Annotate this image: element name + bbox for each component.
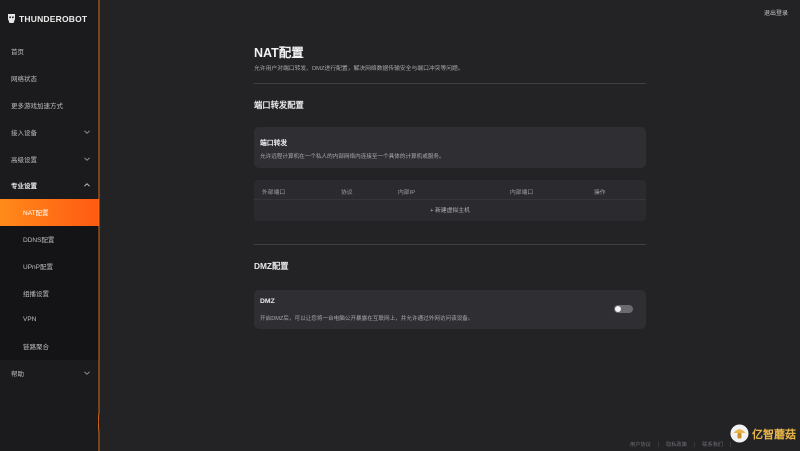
footer-link-privacy-policy[interactable]: 隐私政策 <box>666 441 687 448</box>
sidebar-item-label: 高级设置 <box>11 156 37 164</box>
mushroom-icon <box>730 424 749 443</box>
sidebar-subitem-nat[interactable]: NAT配置 <box>0 198 99 226</box>
chevron-down-icon <box>84 130 90 134</box>
sidebar-item-label: 接入设备 <box>11 129 37 137</box>
page-title: NAT配置 <box>254 46 304 60</box>
port-forward-card: 端口转发 允许远程计算机在一个私人的内部网络内连接至一个具体的计算机或服务。 <box>254 127 646 168</box>
footer-links: 用户协议 | 隐私政策 | 联系我们 | <box>630 441 738 449</box>
sidebar-subitem-vpn[interactable]: VPN <box>0 305 99 333</box>
port-forward-section-title: 端口转发配置 <box>254 100 304 110</box>
watermark: 亿智蘑菇 <box>730 424 796 443</box>
dmz-section-title: DMZ配置 <box>254 261 289 271</box>
sidebar-subitem-label: UPnP配置 <box>23 263 53 271</box>
sidebar-subitem-ddns[interactable]: DDNS配置 <box>0 225 99 253</box>
sidebar-subitem-label: VPN <box>23 315 37 323</box>
sidebar-item-connected-devices[interactable]: 接入设备 <box>0 118 99 145</box>
chevron-up-icon <box>84 183 90 187</box>
chevron-down-icon <box>84 157 90 161</box>
sidebar-subitem-label: 链路聚合 <box>23 344 49 352</box>
brand-logo: THUNDEROBOT <box>7 13 87 24</box>
dmz-card: DMZ 开启DMZ后，可以让您将一台电脑公开暴露在互联网上，并允许通过外网访问该… <box>254 290 646 329</box>
sidebar-subitem-link-aggregation[interactable]: 链路聚合 <box>0 332 99 360</box>
section-divider <box>254 244 646 245</box>
footer-link-contact-us[interactable]: 联系我们 <box>702 441 723 448</box>
sidebar-subitem-label: NAT配置 <box>23 210 49 218</box>
dmz-card-title: DMZ <box>260 298 275 305</box>
column-header: 协议 <box>341 190 353 196</box>
footer-separator: | <box>693 441 696 448</box>
sidebar-subitem-label: 组播设置 <box>23 290 49 298</box>
dmz-toggle[interactable] <box>614 305 633 313</box>
sidebar-item-pro-settings[interactable]: 专业设置 <box>0 172 99 199</box>
sidebar-item-label: 专业设置 <box>11 183 37 191</box>
sidebar-subitem-upnp[interactable]: UPnP配置 <box>0 252 99 280</box>
port-forward-card-desc: 允许远程计算机在一个私人的内部网络内连接至一个具体的计算机或服务。 <box>260 154 445 160</box>
table-header-row: 外部端口 协议 内部IP 内部端口 操作 <box>254 180 646 200</box>
logout-link[interactable]: 退出登录 <box>764 8 788 17</box>
sidebar-edge-accent <box>98 0 100 451</box>
sidebar-item-label: 首页 <box>11 49 24 57</box>
sidebar-nav: 首页 网络状态 更多游戏加速方式 接入设备 高级设置 专业设置 NAT配置 DD… <box>0 38 99 386</box>
brand-name: THUNDEROBOT <box>19 13 88 24</box>
column-header: 操作 <box>594 190 606 196</box>
sidebar-subitem-multicast[interactable]: 组播设置 <box>0 279 99 306</box>
sidebar-item-help[interactable]: 帮助 <box>0 360 99 387</box>
chevron-down-icon <box>84 371 90 375</box>
port-forward-card-title: 端口转发 <box>260 140 288 147</box>
sidebar: THUNDEROBOT 首页 网络状态 更多游戏加速方式 接入设备 高级设置 专… <box>0 0 99 451</box>
sidebar-item-advanced-settings[interactable]: 高级设置 <box>0 145 99 172</box>
footer-link-user-agreement[interactable]: 用户协议 <box>630 441 651 448</box>
column-header: 内部端口 <box>510 190 534 196</box>
port-forward-table: 外部端口 协议 内部IP 内部端口 操作 + 新建虚拟主机 <box>254 180 646 221</box>
sidebar-item-game-acceleration[interactable]: 更多游戏加速方式 <box>0 92 99 119</box>
footer-separator: | <box>657 441 660 448</box>
sidebar-item-home[interactable]: 首页 <box>0 38 99 65</box>
sidebar-item-network-status[interactable]: 网络状态 <box>0 65 99 92</box>
dmz-card-desc: 开启DMZ后，可以让您将一台电脑公开暴露在互联网上，并允许通过外网访问该设备。 <box>260 316 474 322</box>
section-divider <box>254 83 646 84</box>
toggle-knob <box>615 306 621 312</box>
sidebar-subitem-label: DDNS配置 <box>23 236 55 244</box>
sidebar-item-label: 更多游戏加速方式 <box>11 102 63 110</box>
add-virtual-host-button[interactable]: + 新建虚拟主机 <box>254 205 646 214</box>
column-header: 外部端口 <box>262 190 286 196</box>
robot-head-icon <box>8 14 15 23</box>
sidebar-item-label: 网络状态 <box>11 76 37 84</box>
page-description: 允许用户对端口转发、DMZ进行配置，解决网络数据传输安全与端口冲突等问题。 <box>254 66 464 72</box>
watermark-text: 亿智蘑菇 <box>752 428 796 441</box>
sidebar-item-label: 帮助 <box>11 370 24 378</box>
column-header: 内部IP <box>398 190 416 196</box>
